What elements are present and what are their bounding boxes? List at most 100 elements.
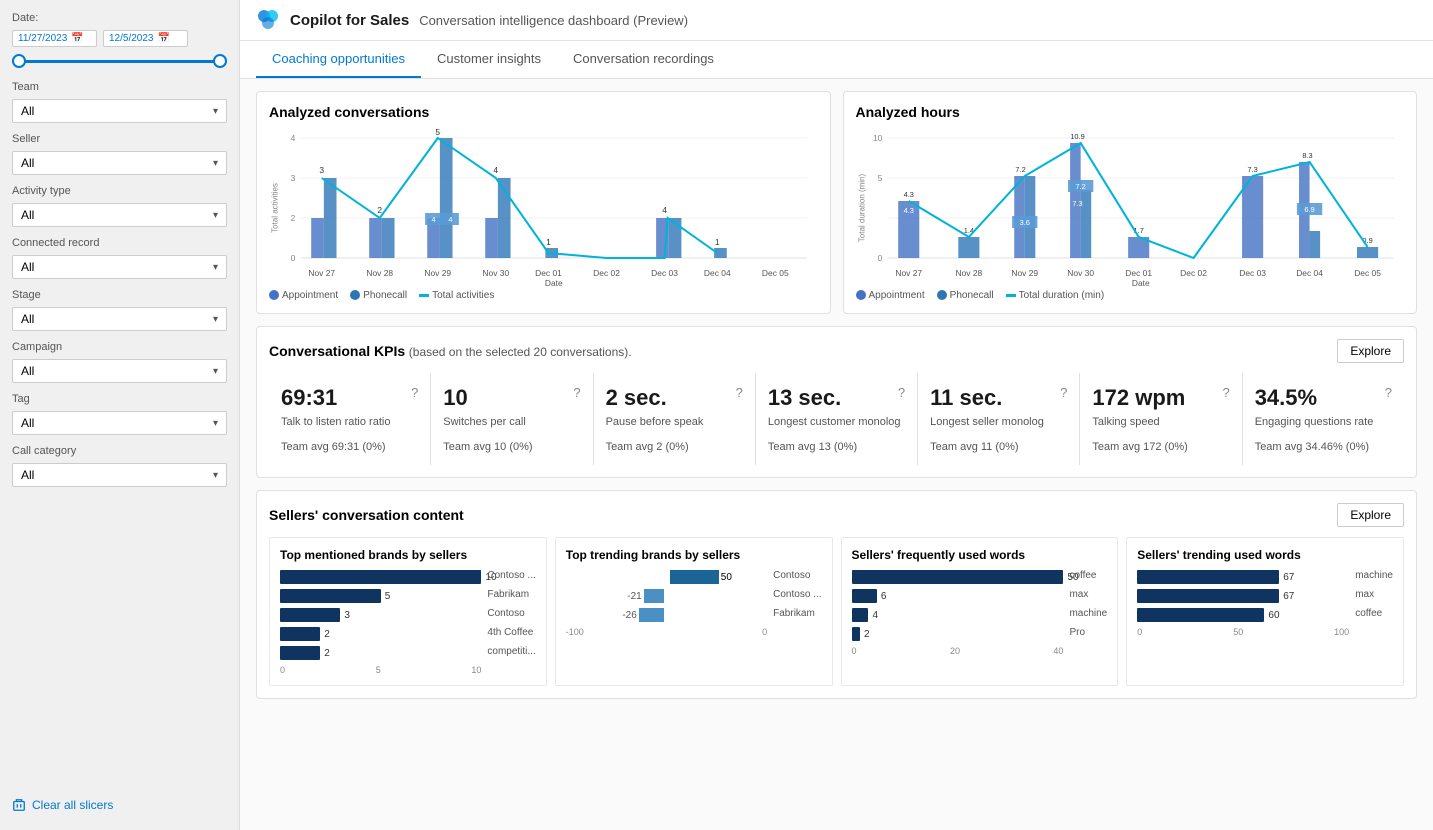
kpi-value-switches: 10 [443,385,467,411]
kpi-avg-cmonolog: Team avg 13 (0%) [768,441,905,453]
kpi-explore-button[interactable]: Explore [1337,339,1404,363]
kpi-grid: 69:31 ? Talk to listen ratio ratio Team … [269,373,1404,465]
svg-text:3: 3 [319,166,324,175]
help-icon[interactable]: ? [411,385,418,400]
analyzed-conversations-card: Analyzed conversations Total activities … [256,91,831,314]
app-header: Copilot for Sales Conversation intellige… [240,0,1433,41]
bar-row: 10 [280,570,481,584]
date-filter: Date: 11/27/2023 📅 12/5/2023 📅 [12,12,227,71]
date-start-input[interactable]: 11/27/2023 📅 [12,30,97,47]
date-label: Date: [12,12,227,24]
tab-conversation-recordings[interactable]: Conversation recordings [557,41,730,78]
kpi-avg-speed: Team avg 172 (0%) [1092,441,1229,453]
help-icon[interactable]: ? [1060,385,1067,400]
help-icon[interactable]: ? [736,385,743,400]
svg-text:7.2: 7.2 [1015,165,1025,174]
kpi-avg-engaging: Team avg 34.46% (0%) [1255,441,1392,453]
help-icon[interactable]: ? [573,385,580,400]
svg-text:0: 0 [877,254,882,263]
hours-legend: Appointment Phonecall Total duration (mi… [856,290,1405,301]
tag-select[interactable]: All ▾ [12,411,227,435]
team-select[interactable]: All ▾ [12,99,227,123]
call-category-select[interactable]: All ▾ [12,463,227,487]
date-range-slider[interactable] [12,51,227,71]
team-filter: Team All ▾ [12,81,227,123]
calendar-icon[interactable]: 📅 [71,33,83,44]
svg-text:3: 3 [291,174,296,183]
kpi-label-speed: Talking speed [1092,415,1229,429]
bar-row: 3 [280,608,481,622]
call-category-filter: Call category All ▾ [12,445,227,487]
conversation-content-section: Sellers' conversation content Explore To… [256,490,1417,699]
kpi-value-cmonolog: 13 sec. [768,385,841,411]
svg-text:7.3: 7.3 [1247,165,1257,174]
legend-appt: Appointment [856,290,925,301]
bar-fill [280,627,320,641]
range-handle-left[interactable] [12,54,26,68]
stage-select[interactable]: All ▾ [12,307,227,331]
dashboard-subtitle: Conversation intelligence dashboard (Pre… [419,13,688,28]
sidebar: Date: 11/27/2023 📅 12/5/2023 📅 Team All … [0,0,240,830]
range-handle-right[interactable] [213,54,227,68]
trending-word-bars: 67 67 60 0 5 [1137,570,1349,637]
svg-text:Date: Date [545,279,563,288]
calendar-icon-end[interactable]: 📅 [158,33,170,44]
kpi-value-talk: 69:31 [281,385,337,411]
date-start-value: 11/27/2023 [18,33,67,44]
analyzed-hours-chart: Total duration (min) 10 5 0 4.3 4.3 [856,128,1405,288]
analyzed-conversations-chart: Total activities 4 3 2 0 [269,128,818,288]
chevron-down-icon: ▾ [213,418,218,429]
svg-text:Nov 30: Nov 30 [482,269,509,278]
seller-select[interactable]: All ▾ [12,151,227,175]
svg-text:Total duration (min): Total duration (min) [857,174,866,243]
svg-text:1: 1 [715,238,720,247]
help-icon[interactable]: ? [898,385,905,400]
tag-filter: Tag All ▾ [12,393,227,435]
conversations-legend: Appointment Phonecall Total activities [269,290,818,301]
bar-row: 5 [280,589,481,603]
campaign-select[interactable]: All ▾ [12,359,227,383]
bar-fill [852,627,860,641]
tag-label: Tag [12,393,227,405]
connected-select[interactable]: All ▾ [12,255,227,279]
conv-explore-button[interactable]: Explore [1337,503,1404,527]
bar-fill [1137,608,1264,622]
kpi-avg-talk: Team avg 69:31 (0%) [281,441,418,453]
range-track [12,60,227,63]
help-icon[interactable]: ? [1222,385,1229,400]
content-area: Analyzed conversations Total activities … [240,79,1433,830]
kpi-label-switches: Switches per call [443,415,580,429]
activity-filter: Activity type All ▾ [12,185,227,227]
kpi-pause: 2 sec. ? Pause before speak Team avg 2 (… [594,373,755,465]
bar-row: 2 [280,627,481,641]
svg-text:4: 4 [662,206,667,215]
date-end-input[interactable]: 12/5/2023 📅 [103,30,188,47]
activity-select[interactable]: All ▾ [12,203,227,227]
bar-fill [852,589,877,603]
analyzed-hours-title: Analyzed hours [856,104,1405,120]
trending-brands-card: Top trending brands by sellers 50 [555,537,833,686]
svg-text:10.9: 10.9 [1070,132,1084,141]
kpi-value-engaging: 34.5% [1255,385,1317,411]
frequent-bars: 50 6 4 2 [852,570,1064,656]
svg-text:0: 0 [291,254,296,263]
main-panel: Copilot for Sales Conversation intellige… [240,0,1433,830]
svg-text:Nov 30: Nov 30 [1067,269,1094,278]
hours-svg: Total duration (min) 10 5 0 4.3 4.3 [856,128,1405,288]
svg-text:Nov 29: Nov 29 [424,269,451,278]
bar-row: 50 [852,570,1064,584]
bar-fill [1137,570,1279,584]
chevron-down-icon: ▾ [213,366,218,377]
clear-slicers-button[interactable]: Clear all slicers [12,792,227,818]
kpi-talking-speed: 172 wpm ? Talking speed Team avg 172 (0%… [1080,373,1241,465]
analyzed-hours-card: Analyzed hours Total duration (min) 10 5… [843,91,1418,314]
tab-customer-insights[interactable]: Customer insights [421,41,557,78]
svg-text:Dec 05: Dec 05 [1354,269,1381,278]
svg-text:Dec 02: Dec 02 [593,269,620,278]
svg-text:Total activities: Total activities [270,183,279,233]
tab-coaching-opportunities[interactable]: Coaching opportunities [256,41,421,78]
help-icon[interactable]: ? [1385,385,1392,400]
svg-text:10: 10 [872,134,882,143]
conv-section-header: Sellers' conversation content Explore [269,503,1404,527]
kpi-value-smonolog: 11 sec. [930,385,1002,411]
